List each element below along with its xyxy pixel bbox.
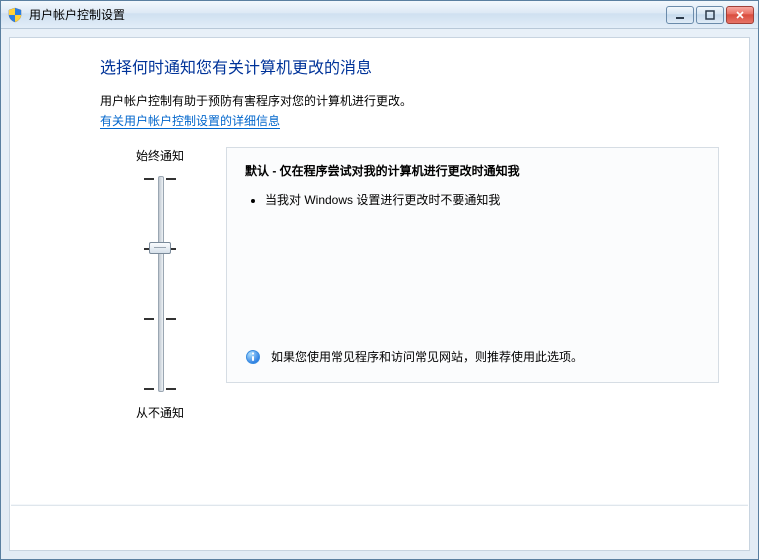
client-area: 选择何时通知您有关计算机更改的消息 用户帐户控制有助于预防有害程序对您的计算机进… bbox=[9, 37, 750, 551]
window-title: 用户帐户控制设置 bbox=[29, 1, 666, 29]
uac-settings-window: 用户帐户控制设置 选择何时通知您有关计算机更改的消息 用户帐户控制有助于预防有害… bbox=[0, 0, 759, 560]
help-link[interactable]: 有关用户帐户控制设置的详细信息 bbox=[100, 114, 280, 129]
window-buttons bbox=[666, 6, 754, 24]
titlebar[interactable]: 用户帐户控制设置 bbox=[1, 1, 758, 29]
info-panel: 默认 - 仅在程序尝试对我的计算机进行更改时通知我 当我对 Windows 设置… bbox=[226, 147, 719, 383]
slider-top-label: 始终通知 bbox=[100, 147, 220, 164]
content: 选择何时通知您有关计算机更改的消息 用户帐户控制有助于预防有害程序对您的计算机进… bbox=[10, 38, 749, 421]
body-row: 始终通知 从不通知 bbox=[100, 147, 719, 421]
slider-tick bbox=[166, 318, 176, 320]
notification-slider[interactable] bbox=[140, 172, 180, 396]
minimize-button[interactable] bbox=[666, 6, 694, 24]
info-panel-bullets: 当我对 Windows 设置进行更改时不要通知我 bbox=[265, 191, 700, 209]
slider-tick bbox=[144, 318, 154, 320]
info-panel-bullet: 当我对 Windows 设置进行更改时不要通知我 bbox=[265, 191, 700, 209]
page-title: 选择何时通知您有关计算机更改的消息 bbox=[100, 54, 719, 78]
close-button[interactable] bbox=[726, 6, 754, 24]
footer-separator bbox=[11, 504, 748, 506]
maximize-button[interactable] bbox=[696, 6, 724, 24]
slider-tick bbox=[144, 388, 154, 390]
slider-tick bbox=[166, 388, 176, 390]
info-panel-title: 默认 - 仅在程序尝试对我的计算机进行更改时通知我 bbox=[245, 162, 700, 179]
uac-shield-icon bbox=[7, 7, 23, 23]
info-icon bbox=[245, 349, 261, 365]
slider-column: 始终通知 从不通知 bbox=[100, 147, 220, 421]
slider-thumb[interactable] bbox=[149, 242, 171, 254]
slider-tick bbox=[144, 178, 154, 180]
recommendation-text: 如果您使用常见程序和访问常见网站，则推荐使用此选项。 bbox=[271, 348, 583, 366]
slider-tick bbox=[166, 178, 176, 180]
recommendation: 如果您使用常见程序和访问常见网站，则推荐使用此选项。 bbox=[245, 348, 700, 366]
slider-track bbox=[158, 176, 164, 392]
slider-bottom-label: 从不通知 bbox=[100, 404, 220, 421]
page-description: 用户帐户控制有助于预防有害程序对您的计算机进行更改。 bbox=[100, 92, 719, 110]
